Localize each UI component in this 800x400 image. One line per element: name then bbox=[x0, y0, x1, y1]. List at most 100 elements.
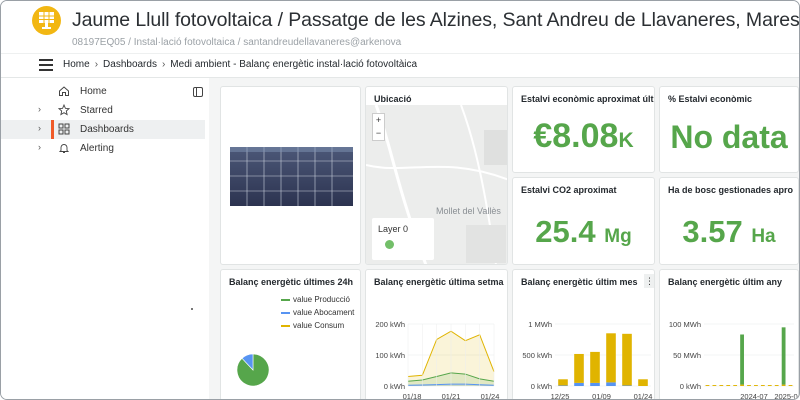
breadcrumb-dashboards[interactable]: Dashboards bbox=[103, 59, 157, 70]
chart-panel-ultim-mes: Balanç energètic últim mes ⋮ 0 kWh 500 kW… bbox=[512, 269, 655, 400]
bar bbox=[622, 333, 632, 386]
chevron-right-icon[interactable]: › bbox=[38, 123, 41, 133]
panel-title: Ha de bosc gestionades apro bbox=[668, 185, 794, 195]
stat-value: 25.4 Mg bbox=[513, 214, 654, 250]
stat-panel-ha-bosc: Ha de bosc gestionades apro 3.57 Ha bbox=[659, 177, 799, 265]
bar bbox=[590, 351, 600, 383]
chart-panel-ultim-any: Balanç energètic últim any 0 kWh 50 MWh 10… bbox=[659, 269, 799, 400]
stat-panel-estalvi-economic: Estalvi econòmic aproximat últ €8.08K bbox=[512, 86, 655, 173]
x-tick-label: 01/24 bbox=[481, 392, 500, 400]
bar-chart: 0 kWh 50 MWh 100 MWh 2024-07 2025-0 bbox=[669, 320, 798, 400]
zoom-out-button[interactable]: − bbox=[373, 127, 384, 140]
x-tick-label: 01/09 bbox=[592, 392, 611, 400]
bar bbox=[638, 379, 648, 386]
page-title: Jaume Llull fotovoltaica / Passatge de l… bbox=[72, 9, 800, 31]
legend-item[interactable]: value Consum bbox=[281, 321, 344, 330]
y-tick-label: 100 kWh bbox=[375, 351, 405, 360]
sidebar-item-label: Alerting bbox=[80, 143, 114, 154]
y-tick-label: 100 MWh bbox=[669, 320, 701, 329]
solar-panels-image bbox=[230, 147, 353, 206]
bar bbox=[712, 385, 717, 386]
bar bbox=[767, 385, 772, 386]
panel-title: % Estalvi econòmic bbox=[668, 94, 753, 104]
panel-title: Estalvi CO2 aproximat bbox=[521, 185, 617, 195]
home-icon bbox=[58, 85, 70, 97]
stat-number: 25.4 bbox=[535, 214, 596, 249]
bar bbox=[781, 384, 786, 386]
bar bbox=[574, 382, 584, 386]
stat-unit: Mg bbox=[604, 226, 632, 247]
legend-label: value Abocament bbox=[293, 308, 355, 317]
sidebar-item-home[interactable]: Home bbox=[1, 82, 205, 101]
bar bbox=[606, 333, 616, 383]
bar-chart: 0 kWh 500 kWh 1 MWh 12/25 01/09 01/24 bbox=[522, 320, 653, 400]
legend-item[interactable]: value Abocament bbox=[281, 308, 354, 317]
sidebar-item-starred[interactable]: › Starred bbox=[1, 101, 205, 120]
bar bbox=[558, 385, 568, 386]
x-tick-label: 2025-0 bbox=[774, 392, 797, 400]
top-navbar: Home › Dashboards › Medi ambient - Balan… bbox=[1, 53, 799, 78]
bar bbox=[740, 384, 744, 386]
page-subtitle: 08197EQ05 / Instal·lació fotovoltaica / … bbox=[72, 37, 402, 48]
sidebar: Home › Starred › Dashboards › Alerting bbox=[1, 78, 209, 399]
map-zoom-control[interactable]: + − bbox=[372, 113, 385, 141]
sidebar-item-label: Home bbox=[80, 86, 107, 97]
layer-name: Layer 0 bbox=[378, 224, 409, 234]
bar bbox=[558, 379, 568, 386]
zoom-in-button[interactable]: + bbox=[373, 114, 384, 127]
breadcrumb-home[interactable]: Home bbox=[63, 59, 90, 70]
map-label: Mollet del Vallès bbox=[436, 206, 501, 216]
grafana-window: Jaume Llull fotovoltaica / Passatge de l… bbox=[0, 0, 800, 400]
bar bbox=[760, 385, 765, 386]
dock-menu-icon[interactable] bbox=[193, 87, 203, 97]
bar bbox=[606, 382, 616, 386]
stat-unit: K bbox=[618, 129, 634, 152]
sidebar-item-alerting[interactable]: › Alerting bbox=[1, 139, 205, 158]
stat-number: €8.08 bbox=[533, 117, 619, 155]
sidebar-item-label: Dashboards bbox=[80, 124, 134, 135]
x-tick-label: 01/21 bbox=[442, 392, 461, 400]
stat-panel-percent-estalvi: % Estalvi econòmic No data bbox=[659, 86, 799, 173]
resize-handle[interactable] bbox=[191, 308, 193, 310]
sidebar-item-dashboards[interactable]: › Dashboards bbox=[1, 120, 205, 139]
solar-image-panel bbox=[220, 86, 361, 265]
breadcrumb-current: Medi ambient - Balanç energètic instal·l… bbox=[170, 59, 418, 70]
stat-value: No data bbox=[670, 119, 788, 155]
panel-title: Ubicació bbox=[374, 94, 412, 104]
area-chart: 0 kWh 100 kWh 200 kWh 01/18 01/21 01/24 bbox=[375, 320, 500, 400]
chevron-right-icon: › bbox=[161, 59, 166, 70]
chevron-right-icon: › bbox=[94, 59, 99, 70]
chart-panel-ultimes-24h: Balanç energètic últimes 24h value Produ… bbox=[220, 269, 361, 399]
map-layer-legend: Layer 0 bbox=[372, 218, 434, 260]
x-tick-label: 01/24 bbox=[634, 392, 653, 400]
menu-icon[interactable] bbox=[39, 59, 53, 71]
bar bbox=[574, 353, 584, 383]
bar bbox=[622, 385, 632, 386]
layer-marker-icon bbox=[385, 240, 394, 249]
breadcrumb: Home › Dashboards › Medi ambient - Balan… bbox=[63, 59, 417, 70]
chevron-right-icon[interactable]: › bbox=[38, 142, 41, 152]
stat-panel-estalvi-co2: Estalvi CO2 aproximat 25.4 Mg bbox=[512, 177, 655, 265]
bar bbox=[733, 385, 738, 386]
y-tick-label: 50 MWh bbox=[673, 351, 701, 360]
bar bbox=[781, 327, 786, 385]
dashboard-header: Jaume Llull fotovoltaica / Passatge de l… bbox=[1, 1, 800, 53]
y-tick-label: 200 kWh bbox=[375, 320, 405, 329]
active-indicator bbox=[51, 120, 54, 139]
bar bbox=[788, 385, 793, 386]
y-tick-label: 500 kWh bbox=[522, 351, 552, 360]
stat-number: 3.57 bbox=[682, 214, 743, 249]
pie-chart bbox=[236, 353, 270, 387]
chevron-right-icon[interactable]: › bbox=[38, 104, 41, 114]
grid-icon bbox=[58, 123, 70, 135]
bar bbox=[747, 385, 751, 386]
bar bbox=[774, 385, 779, 386]
bar bbox=[740, 334, 744, 385]
chart-panel-ultima-setmana: Balanç energètic última setma 0 kWh 100 k… bbox=[365, 269, 508, 400]
bell-icon bbox=[58, 142, 70, 154]
y-tick-label: 1 MWh bbox=[528, 320, 552, 329]
y-tick-label: 0 kWh bbox=[680, 382, 701, 391]
bar bbox=[726, 385, 731, 386]
solar-panel-logo-icon bbox=[32, 6, 61, 35]
legend-item[interactable]: value Producció bbox=[281, 295, 350, 304]
